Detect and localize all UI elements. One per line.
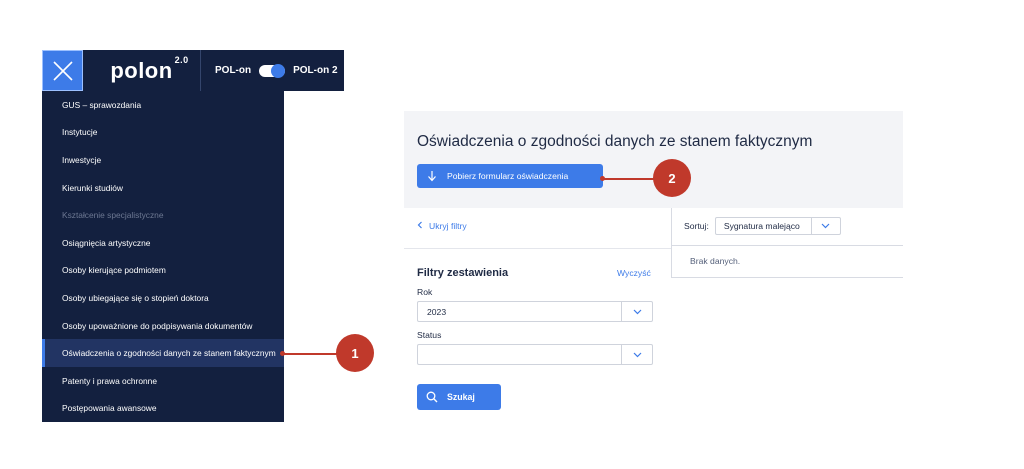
sidebar-item[interactable]: Osiągnięcia artystyczne xyxy=(42,229,284,257)
sidebar-item[interactable]: Kierunki studiów xyxy=(42,174,284,202)
version-switch: POL-on POL-on 2 xyxy=(201,63,338,78)
switch-right-label: POL-on 2 xyxy=(293,65,338,76)
toggle-knob xyxy=(271,63,286,78)
chevron-down-icon xyxy=(621,302,652,321)
sidebar-item[interactable]: Osoby upoważnione do podpisywania dokume… xyxy=(42,312,284,340)
panel-header: Oświadczenia o zgodności danych ze stane… xyxy=(404,111,903,208)
callout-1-badge: 1 xyxy=(336,334,374,372)
divider xyxy=(404,248,671,249)
sort-row: Sortuj: Sygnatura malejąco xyxy=(672,208,903,244)
logo[interactable]: polon 2.0 xyxy=(83,50,201,91)
sidebar-item[interactable]: Osoby ubiegające się o stopień doktora xyxy=(42,284,284,312)
app-topbar: polon 2.0 POL-on POL-on 2 xyxy=(42,50,344,91)
status-select[interactable] xyxy=(417,344,653,365)
logo-version: 2.0 xyxy=(174,54,189,65)
year-select[interactable]: 2023 xyxy=(417,301,653,322)
callout-2-line xyxy=(603,178,655,180)
sidebar-item: Kształcenie specjalistyczne xyxy=(62,210,164,221)
content-panel: Oświadczenia o zgodności danych ze stane… xyxy=(404,111,903,422)
page-title: Oświadczenia o zgodności danych ze stane… xyxy=(417,133,813,150)
download-form-button[interactable]: Pobierz formularz oświadczenia xyxy=(417,164,603,188)
sort-label: Sortuj: xyxy=(684,221,709,231)
hide-filters-label: Ukryj filtry xyxy=(429,221,467,231)
chevron-left-icon xyxy=(417,221,423,231)
download-form-label: Pobierz formularz oświadczenia xyxy=(447,171,569,181)
version-toggle[interactable] xyxy=(259,63,286,78)
hide-filters-link[interactable]: Ukryj filtry xyxy=(417,221,467,231)
year-label: Rok xyxy=(417,287,433,297)
logo-text: polon 2.0 xyxy=(110,54,189,83)
side-menu: GUS – sprawozdania Instytucje Inwestycje Ki… xyxy=(42,91,284,422)
close-menu-button[interactable] xyxy=(42,50,83,91)
download-arrow-icon xyxy=(417,170,447,182)
chevron-down-icon xyxy=(621,345,652,364)
callout-2-badge: 2 xyxy=(653,159,691,197)
chevron-down-icon[interactable] xyxy=(810,218,840,234)
sidebar-item[interactable]: Postępowania awansowe xyxy=(42,395,284,423)
sort-value: Sygnatura malejąco xyxy=(723,221,800,231)
status-label: Status xyxy=(417,330,442,340)
sidebar-item[interactable]: Osoby kierujące podmiotem xyxy=(42,257,284,285)
switch-left-label: POL-on xyxy=(215,65,252,76)
sidebar-item[interactable]: Patenty i prawa ochronne xyxy=(42,367,284,395)
sidebar-item[interactable]: Instytucje xyxy=(42,119,284,147)
year-value: 2023 xyxy=(427,306,447,317)
clear-filters-link[interactable]: Wyczyść xyxy=(617,268,651,278)
sidebar-item[interactable]: Inwestycje xyxy=(42,146,284,174)
close-icon xyxy=(52,60,73,81)
callout-1-line xyxy=(283,353,338,355)
results-area: Brak danych. xyxy=(672,245,903,278)
search-button[interactable]: Szukaj xyxy=(417,384,501,410)
sidebar-item[interactable]: Oświadczenia o zgodności danych ze stane… xyxy=(42,339,284,367)
search-icon xyxy=(417,391,447,403)
sort-select[interactable]: Sygnatura malejąco xyxy=(714,217,841,235)
filters-title: Filtry zestawienia xyxy=(417,267,509,279)
sidebar-item[interactable]: GUS – sprawozdania xyxy=(42,91,284,119)
search-label: Szukaj xyxy=(447,392,475,402)
no-data-text: Brak danych. xyxy=(690,256,741,266)
